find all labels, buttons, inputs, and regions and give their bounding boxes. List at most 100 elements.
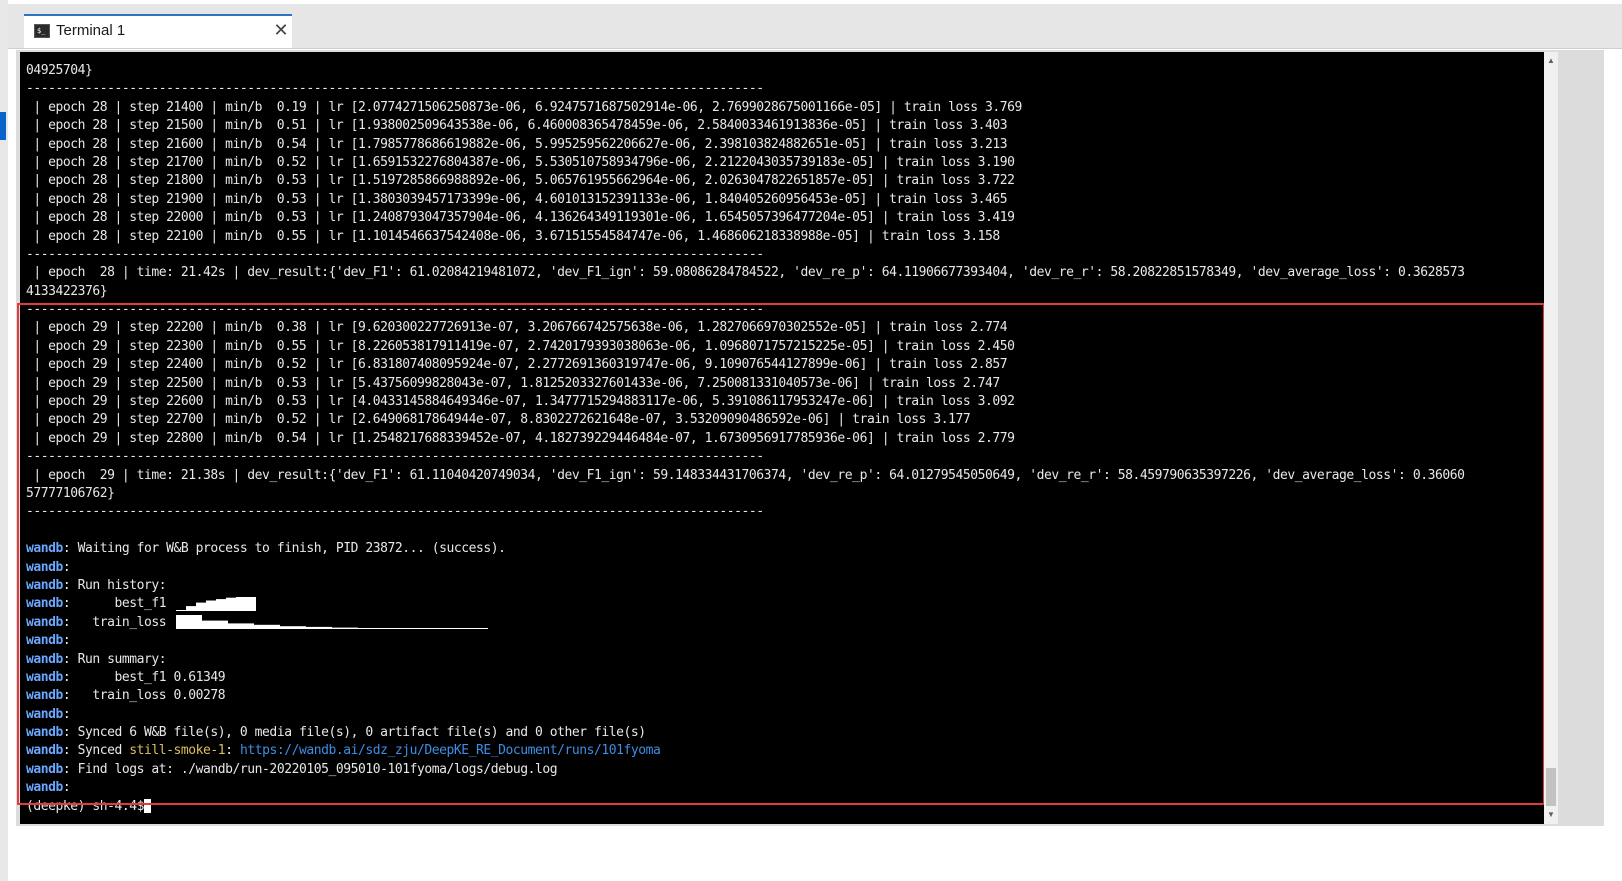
wandb-label: wandb bbox=[26, 541, 63, 557]
terminal-line: wandb: train_loss 0.00278 bbox=[26, 687, 1464, 705]
run-url-link[interactable]: https://wandb.ai/sdz_zju/DeepKE_RE_Docum… bbox=[240, 743, 661, 758]
scrollbar-thumb[interactable] bbox=[1546, 768, 1556, 806]
terminal-line: ----------------------------------------… bbox=[26, 449, 764, 465]
wandb-label: wandb bbox=[26, 725, 63, 741]
wandb-label: wandb bbox=[26, 633, 63, 649]
wandb-label: wandb bbox=[26, 743, 63, 759]
left-accent-marker bbox=[0, 112, 6, 140]
terminal-line: 57777106762} bbox=[26, 485, 115, 501]
terminal-line: | epoch 29 | step 22500 | min/b 0.53 | l… bbox=[26, 375, 1000, 391]
sparkline-bar bbox=[215, 598, 226, 611]
terminal-line: | epoch 28 | step 21500 | min/b 0.51 | l… bbox=[26, 118, 1008, 134]
terminal-line: ----------------------------------------… bbox=[26, 504, 764, 520]
sparkline-bar bbox=[357, 628, 384, 630]
sparkline-bar bbox=[461, 628, 488, 630]
wandb-label: wandb bbox=[26, 596, 63, 612]
terminal-line: | epoch 28 | step 22000 | min/b 0.53 | l… bbox=[26, 210, 1015, 226]
terminal-line: | epoch 28 | step 21900 | min/b 0.53 | l… bbox=[26, 191, 1008, 207]
run-name: still-smoke-1 bbox=[129, 743, 226, 759]
wandb-label: wandb bbox=[26, 651, 63, 667]
terminal-line: | epoch 28 | step 21800 | min/b 0.53 | l… bbox=[26, 173, 1015, 189]
terminal-line: wandb: bbox=[26, 632, 1464, 650]
terminal-app: $_ Terminal 1 ✕ 04925704} ---------------… bbox=[0, 0, 1622, 881]
terminal-line: wandb: train_loss bbox=[26, 614, 1464, 632]
terminal-line: | epoch 28 | step 21400 | min/b 0.19 | l… bbox=[26, 99, 1022, 115]
best-f1-sparkline bbox=[175, 596, 256, 611]
sparkline-bar bbox=[175, 615, 202, 630]
wandb-label: wandb bbox=[26, 688, 63, 704]
wandb-text: : Synced bbox=[62, 743, 130, 759]
sparkline-bar bbox=[185, 605, 196, 611]
terminal-line: | epoch 29 | step 22700 | min/b 0.52 | l… bbox=[26, 412, 971, 428]
wandb-text: : train_loss 0.00278 bbox=[62, 688, 226, 704]
sparkline-bar bbox=[409, 628, 436, 630]
separator: : bbox=[225, 743, 240, 759]
wandb-text: : Run summary: bbox=[62, 651, 167, 667]
close-icon[interactable]: ✕ bbox=[272, 18, 290, 42]
wandb-text: : Find logs at: ./wandb/run-20220105_095… bbox=[62, 761, 558, 777]
terminal-line: wandb: Run history: bbox=[26, 577, 1464, 595]
terminal-line: | epoch 29 | step 22400 | min/b 0.52 | l… bbox=[26, 357, 1008, 373]
terminal-line: | epoch 28 | step 21700 | min/b 0.52 | l… bbox=[26, 154, 1015, 170]
terminal-line: | epoch 28 | time: 21.42s | dev_result:{… bbox=[26, 265, 1465, 281]
terminal-line: ----------------------------------------… bbox=[26, 302, 764, 318]
text-cursor bbox=[144, 799, 152, 814]
terminal-line: (deepke) sh-4.4$ bbox=[26, 798, 1464, 816]
terminal-line: ----------------------------------------… bbox=[26, 246, 764, 262]
terminal-line: | epoch 29 | step 22800 | min/b 0.54 | l… bbox=[26, 430, 1015, 446]
terminal-line: ----------------------------------------… bbox=[26, 81, 764, 97]
terminal-line: wandb: Synced 6 W&B file(s), 0 media fil… bbox=[26, 724, 1464, 742]
sparkline-bar bbox=[279, 626, 306, 630]
terminal-line: wandb: best_f1 bbox=[26, 595, 1464, 613]
sparkline-bar bbox=[305, 627, 332, 630]
terminal-icon: $_ bbox=[34, 24, 50, 38]
terminal-line: 04925704} bbox=[26, 63, 93, 78]
wandb-label: wandb bbox=[26, 780, 63, 796]
terminal-line: | epoch 29 | step 22300 | min/b 0.55 | l… bbox=[26, 338, 1015, 354]
train-loss-sparkline bbox=[175, 615, 488, 630]
wandb-text: : Synced 6 W&B file(s), 0 media file(s),… bbox=[62, 725, 646, 741]
sparkline-bar bbox=[195, 602, 206, 611]
scroll-down-icon[interactable]: ▼ bbox=[1544, 808, 1558, 822]
sparkline-bar bbox=[331, 627, 358, 630]
wandb-label: wandb bbox=[26, 614, 63, 630]
wandb-text: : Waiting for W&B process to finish, PID… bbox=[62, 541, 506, 557]
terminal-line: | epoch 29 | step 22200 | min/b 0.38 | l… bbox=[26, 320, 1008, 336]
wandb-text: : bbox=[62, 706, 71, 722]
terminal-line: wandb: Find logs at: ./wandb/run-2022010… bbox=[26, 761, 1464, 779]
wandb-label: wandb bbox=[26, 706, 63, 722]
tab-terminal-1[interactable]: $_ Terminal 1 ✕ bbox=[24, 14, 292, 48]
terminal-line: | epoch 28 | step 21600 | min/b 0.54 | l… bbox=[26, 136, 1008, 152]
terminal-output[interactable]: 04925704} -------------------------------… bbox=[20, 52, 1548, 824]
wandb-label: wandb bbox=[26, 577, 63, 593]
terminal-line: wandb: bbox=[26, 779, 1464, 797]
sparkline-bar bbox=[235, 596, 246, 611]
terminal-line: wandb: Run summary: bbox=[26, 651, 1464, 669]
wandb-text: : bbox=[62, 633, 71, 649]
terminal-line: wandb: best_f1 0.61349 bbox=[26, 669, 1464, 687]
sparkline-bar bbox=[253, 625, 280, 630]
wandb-text: : train_loss bbox=[62, 614, 174, 630]
terminal-line: wandb: bbox=[26, 559, 1464, 577]
wandb-text: : best_f1 bbox=[62, 596, 174, 612]
sparkline-bar bbox=[175, 609, 186, 611]
sparkline-bar bbox=[227, 623, 254, 630]
terminal-line: | epoch 29 | step 22600 | min/b 0.53 | l… bbox=[26, 394, 1015, 410]
wandb-text: : bbox=[62, 780, 71, 796]
sparkline-bar bbox=[201, 620, 228, 630]
wandb-label: wandb bbox=[26, 761, 63, 777]
terminal-lines: 04925704} -------------------------------… bbox=[26, 62, 1465, 816]
terminal-line: wandb: bbox=[26, 706, 1464, 724]
terminal-line: | epoch 28 | step 22100 | min/b 0.55 | l… bbox=[26, 228, 1000, 244]
sparkline-bar bbox=[205, 600, 216, 611]
terminal-line: | epoch 29 | time: 21.38s | dev_result:{… bbox=[26, 467, 1465, 483]
tab-title: Terminal 1 bbox=[56, 22, 126, 39]
terminal-line: wandb: Waiting for W&B process to finish… bbox=[26, 540, 1464, 558]
sparkline-bar bbox=[245, 596, 256, 611]
vertical-scrollbar[interactable]: ▲ ▼ bbox=[1544, 52, 1558, 824]
shell-prompt: (deepke) sh-4.4$ bbox=[26, 798, 145, 814]
scroll-up-icon[interactable]: ▲ bbox=[1544, 54, 1558, 68]
wandb-label: wandb bbox=[26, 669, 63, 685]
sparkline-bar bbox=[225, 597, 236, 611]
